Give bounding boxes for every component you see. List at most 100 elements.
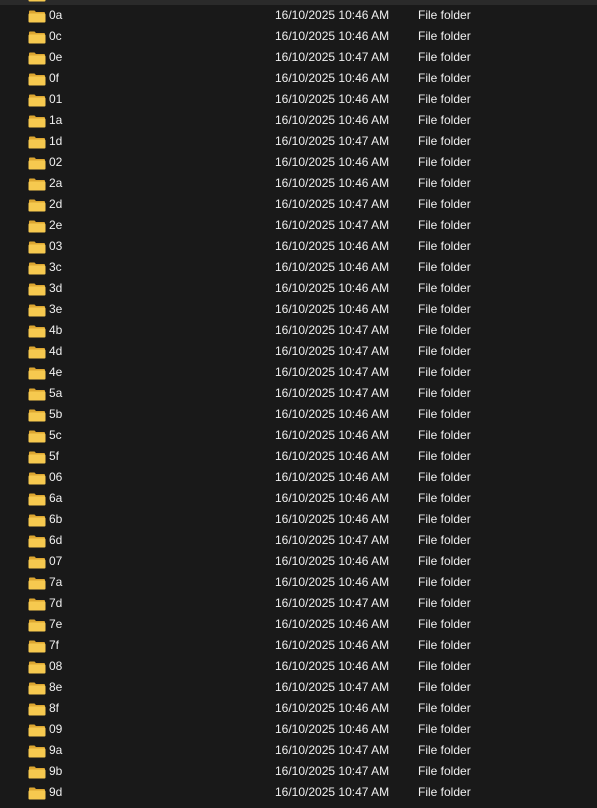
- file-row[interactable]: 06 16/10/2025 10:46 AM File folder: [0, 467, 597, 488]
- file-row[interactable]: 4e 16/10/2025 10:47 AM File folder: [0, 362, 597, 383]
- file-row[interactable]: 01 16/10/2025 10:46 AM File folder: [0, 89, 597, 110]
- file-name: 3e: [49, 302, 63, 316]
- file-row[interactable]: 4b 16/10/2025 10:47 AM File folder: [0, 320, 597, 341]
- date-modified: 16/10/2025 10:47 AM: [275, 365, 390, 379]
- date-modified: 16/10/2025 10:46 AM: [275, 722, 390, 736]
- folder-icon: [28, 765, 46, 779]
- file-row[interactable]: 5b 16/10/2025 10:46 AM File folder: [0, 404, 597, 425]
- file-type: File folder: [418, 176, 471, 190]
- file-type: File folder: [418, 365, 471, 379]
- date-modified: 16/10/2025 10:46 AM: [275, 113, 390, 127]
- file-row[interactable]: 7a 16/10/2025 10:46 AM File folder: [0, 572, 597, 593]
- file-row[interactable]: 02 16/10/2025 10:46 AM File folder: [0, 152, 597, 173]
- folder-icon: [28, 555, 46, 569]
- file-type: File folder: [418, 155, 471, 169]
- file-row[interactable]: 9d 16/10/2025 10:47 AM File folder: [0, 782, 597, 803]
- file-type: File folder: [418, 197, 471, 211]
- date-modified: 16/10/2025 10:46 AM: [275, 701, 390, 715]
- file-row[interactable]: 3d 16/10/2025 10:46 AM File folder: [0, 278, 597, 299]
- file-row[interactable]: 9b 16/10/2025 10:47 AM File folder: [0, 761, 597, 782]
- folder-icon: [28, 450, 46, 464]
- date-modified: 16/10/2025 10:46 AM: [275, 71, 390, 85]
- file-row[interactable]: 7d 16/10/2025 10:47 AM File folder: [0, 593, 597, 614]
- file-type: File folder: [418, 617, 471, 631]
- folder-icon: [28, 114, 46, 128]
- file-name: 4e: [49, 365, 63, 379]
- file-row[interactable]: 6d 16/10/2025 10:47 AM File folder: [0, 530, 597, 551]
- file-row[interactable]: 5a 16/10/2025 10:47 AM File folder: [0, 383, 597, 404]
- file-type: File folder: [418, 218, 471, 232]
- date-modified: 16/10/2025 10:46 AM: [275, 470, 390, 484]
- folder-icon: [28, 513, 46, 527]
- file-row[interactable]: 5f 16/10/2025 10:46 AM File folder: [0, 446, 597, 467]
- folder-icon: [28, 303, 46, 317]
- folder-icon: [28, 0, 46, 2]
- file-type: File folder: [418, 554, 471, 568]
- folder-icon: [28, 198, 46, 212]
- date-modified: 16/10/2025 10:46 AM: [275, 617, 390, 631]
- file-type: File folder: [418, 71, 471, 85]
- date-modified: 16/10/2025 10:46 AM: [275, 260, 390, 274]
- folder-icon: [28, 135, 46, 149]
- date-modified: 16/10/2025 10:46 AM: [275, 491, 390, 505]
- date-modified: 16/10/2025 10:46 AM: [275, 239, 390, 253]
- folder-icon: [28, 723, 46, 737]
- file-row[interactable]: 07 16/10/2025 10:46 AM File folder: [0, 551, 597, 572]
- file-row[interactable]: 0c 16/10/2025 10:46 AM File folder: [0, 26, 597, 47]
- file-row[interactable]: 09 16/10/2025 10:46 AM File folder: [0, 719, 597, 740]
- date-modified: 16/10/2025 10:46 AM: [275, 554, 390, 568]
- date-modified: 16/10/2025 10:46 AM: [275, 176, 390, 190]
- date-modified: 16/10/2025 10:46 AM: [275, 638, 390, 652]
- file-type: File folder: [418, 8, 471, 22]
- date-modified: 16/10/2025 10:46 AM: [275, 575, 390, 589]
- file-row[interactable]: 2a 16/10/2025 10:46 AM File folder: [0, 173, 597, 194]
- file-row[interactable]: 7f 16/10/2025 10:46 AM File folder: [0, 635, 597, 656]
- file-row[interactable]: 1a 16/10/2025 10:46 AM File folder: [0, 110, 597, 131]
- file-row[interactable]: 08 16/10/2025 10:46 AM File folder: [0, 656, 597, 677]
- file-row[interactable]: 03 16/10/2025 10:46 AM File folder: [0, 236, 597, 257]
- folder-icon: [28, 177, 46, 191]
- file-row[interactable]: 5c 16/10/2025 10:46 AM File folder: [0, 425, 597, 446]
- file-name: 5a: [49, 386, 63, 400]
- file-row[interactable]: 4d 16/10/2025 10:47 AM File folder: [0, 341, 597, 362]
- file-type: File folder: [418, 323, 471, 337]
- file-row[interactable]: 0a 16/10/2025 10:46 AM File folder: [0, 5, 597, 26]
- file-row[interactable]: 2d 16/10/2025 10:47 AM File folder: [0, 194, 597, 215]
- file-name: 0a: [49, 8, 63, 22]
- file-row[interactable]: 3c 16/10/2025 10:46 AM File folder: [0, 257, 597, 278]
- file-row[interactable]: 8e 16/10/2025 10:47 AM File folder: [0, 677, 597, 698]
- file-type: File folder: [418, 239, 471, 253]
- file-row[interactable]: 6b 16/10/2025 10:46 AM File folder: [0, 509, 597, 530]
- file-type: File folder: [418, 491, 471, 505]
- file-name: 5c: [49, 428, 62, 442]
- file-row[interactable]: 6a 16/10/2025 10:46 AM File folder: [0, 488, 597, 509]
- folder-icon: [28, 408, 46, 422]
- file-row[interactable]: 9a 16/10/2025 10:47 AM File folder: [0, 740, 597, 761]
- file-type: File folder: [418, 680, 471, 694]
- date-modified: 16/10/2025 10:46 AM: [275, 8, 390, 22]
- file-type: File folder: [418, 533, 471, 547]
- file-type: File folder: [418, 281, 471, 295]
- file-name: 7e: [49, 617, 63, 631]
- file-row[interactable]: 0e 16/10/2025 10:47 AM File folder: [0, 47, 597, 68]
- file-row[interactable]: 1d 16/10/2025 10:47 AM File folder: [0, 131, 597, 152]
- file-type: File folder: [418, 113, 471, 127]
- folder-icon: [28, 219, 46, 233]
- file-row[interactable]: 7e 16/10/2025 10:46 AM File folder: [0, 614, 597, 635]
- folder-icon: [28, 471, 46, 485]
- file-row[interactable]: 2e 16/10/2025 10:47 AM File folder: [0, 215, 597, 236]
- file-type: File folder: [418, 701, 471, 715]
- file-type: File folder: [418, 470, 471, 484]
- file-name: 9d: [49, 785, 63, 799]
- file-row[interactable]: 0f 16/10/2025 10:46 AM File folder: [0, 68, 597, 89]
- folder-icon: [28, 660, 46, 674]
- file-name: 08: [49, 659, 63, 673]
- file-row[interactable]: 3e 16/10/2025 10:46 AM File folder: [0, 299, 597, 320]
- file-row[interactable]: 8f 16/10/2025 10:46 AM File folder: [0, 698, 597, 719]
- date-modified: 16/10/2025 10:46 AM: [275, 659, 390, 673]
- file-name: 6a: [49, 491, 63, 505]
- file-name: 2d: [49, 197, 63, 211]
- folder-icon: [28, 744, 46, 758]
- file-name: 8e: [49, 680, 63, 694]
- file-type: File folder: [418, 743, 471, 757]
